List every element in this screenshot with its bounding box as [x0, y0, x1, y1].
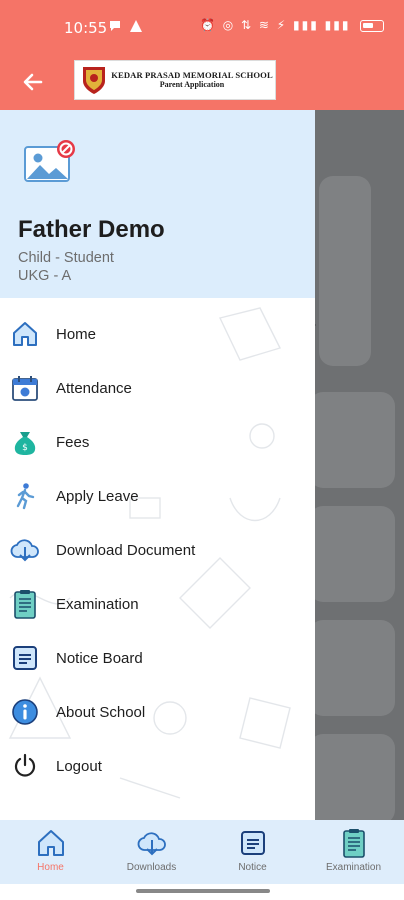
menu-label: Notice Board	[56, 649, 143, 667]
menu-label: Examination	[56, 595, 139, 613]
background-card	[319, 176, 371, 366]
back-button[interactable]	[14, 63, 52, 101]
menu-item-attendance[interactable]: Attendance	[0, 361, 315, 415]
notice-board-icon	[10, 643, 40, 673]
calendar-icon	[10, 373, 40, 403]
school-logo-banner: KEDAR PRASAD MEMORIAL SCHOOL Parent Appl…	[74, 60, 276, 100]
drawer-header: Father Demo Child - Student UKG - A	[0, 110, 315, 298]
gesture-handle[interactable]	[136, 889, 270, 893]
menu-label: Logout	[56, 757, 102, 775]
status-time: 10:55	[64, 19, 108, 37]
home-icon	[10, 319, 40, 349]
status-bar: 10:55 ⏰ ◎ ⇅ ≋ ⚡ ▮▮▮ ▮▮▮	[0, 0, 404, 54]
menu-label: Download Document	[56, 541, 196, 559]
menu-item-examination[interactable]: Examination	[0, 577, 315, 631]
svg-text:$: $	[22, 443, 28, 453]
nav-examination[interactable]: Examination	[303, 820, 404, 884]
background-card	[309, 392, 395, 488]
menu-label: Fees	[56, 433, 90, 451]
menu-item-notice-board[interactable]: Notice Board	[0, 631, 315, 685]
class-label: UKG - A	[18, 268, 72, 284]
walking-person-icon	[10, 481, 40, 511]
notification-icons	[108, 17, 143, 33]
cloud-download-icon	[10, 535, 40, 565]
menu-label: Attendance	[56, 379, 132, 397]
exam-sheet-icon	[10, 589, 40, 619]
parent-name: Father Demo	[18, 216, 165, 243]
menu-item-home[interactable]: Home	[0, 307, 315, 361]
bottom-navigation: Home Downloads Notice Examination	[0, 820, 404, 884]
menu-item-download-document[interactable]: Download Document	[0, 523, 315, 577]
info-icon	[10, 697, 40, 727]
home-icon	[37, 830, 64, 856]
image-unavailable-icon	[24, 140, 75, 182]
notice-board-icon	[240, 831, 265, 855]
cloud-download-icon	[137, 832, 166, 856]
nav-label: Home	[37, 862, 64, 873]
menu-item-logout[interactable]: Logout	[0, 739, 315, 793]
school-crest-icon	[83, 67, 105, 94]
menu-label: Apply Leave	[56, 487, 139, 505]
school-name: KEDAR PRASAD MEMORIAL SCHOOL	[111, 70, 273, 81]
system-icons: ⏰ ◎ ⇅ ≋ ⚡ ▮▮▮ ▮▮▮	[200, 18, 385, 32]
app-bar: KEDAR PRASAD MEMORIAL SCHOOL Parent Appl…	[0, 54, 404, 110]
background-card	[309, 620, 395, 716]
battery-icon	[360, 19, 385, 32]
exam-sheet-icon	[342, 829, 365, 858]
nav-downloads[interactable]: Downloads	[101, 820, 202, 884]
menu-item-about-school[interactable]: About School	[0, 685, 315, 739]
arrow-left-icon	[23, 73, 43, 91]
nav-label: Downloads	[126, 862, 177, 873]
warning-triangle-icon	[129, 20, 142, 33]
child-label: Child - Student	[18, 250, 114, 266]
menu-item-apply-leave[interactable]: Apply Leave	[0, 469, 315, 523]
menu-label: About School	[56, 703, 146, 721]
power-icon	[10, 751, 40, 781]
background-card	[309, 734, 395, 824]
gesture-bar	[0, 884, 404, 900]
app-subtitle: Parent Application	[159, 80, 225, 90]
money-bag-icon: $	[10, 427, 40, 457]
nav-notice[interactable]: Notice	[202, 820, 303, 884]
chat-bubble-icon	[110, 21, 120, 32]
navigation-drawer: Father Demo Child - Student UKG - A Home…	[0, 110, 315, 820]
nav-label: Examination	[325, 862, 382, 873]
nav-home[interactable]: Home	[0, 820, 101, 884]
background-card	[309, 506, 395, 602]
menu-item-fees[interactable]: $ Fees	[0, 415, 315, 469]
nav-label: Notice	[238, 862, 267, 873]
menu-label: Home	[56, 325, 97, 343]
dimmed-background[interactable]	[309, 110, 404, 824]
